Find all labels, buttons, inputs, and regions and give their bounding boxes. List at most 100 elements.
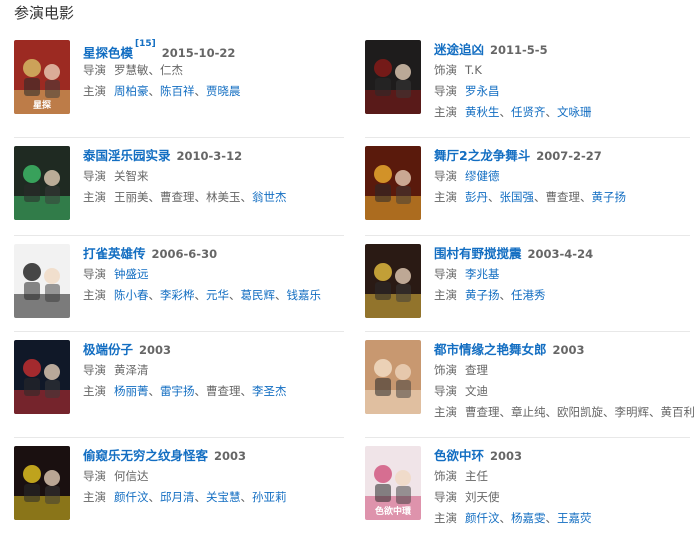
credit-label: 导演 xyxy=(83,363,106,377)
person-link[interactable]: 颜仟汶 xyxy=(465,511,500,525)
person-link[interactable]: 缪健德 xyxy=(465,169,500,183)
movie-poster[interactable] xyxy=(365,146,421,220)
person-link[interactable]: 杨丽菁 xyxy=(114,384,149,398)
person-link[interactable]: 张国强 xyxy=(500,190,535,204)
person-link[interactable]: 钟盛远 xyxy=(114,267,149,281)
name-separator: 、 xyxy=(488,190,500,204)
movie-title-link[interactable]: 星探色模 xyxy=(83,45,133,60)
person-link[interactable]: 钱嘉乐 xyxy=(287,288,322,302)
release-date: 2007-2-27 xyxy=(536,149,602,163)
credit-label: 主演 xyxy=(83,384,106,398)
person-link[interactable]: 雷宇扬 xyxy=(160,384,195,398)
credit-label: 主演 xyxy=(434,288,457,302)
poster-image[interactable] xyxy=(365,244,421,318)
name-separator: 、 xyxy=(603,405,615,419)
movie-card: 都市情缘之艳舞女郎 2003 饰演 查理 导演 文迪 主演 曹查理、章止纯、欧阳凯旋、李明辉、… xyxy=(365,340,695,438)
credit-label: 主演 xyxy=(434,105,457,119)
poster-image[interactable] xyxy=(365,146,421,220)
poster-image[interactable]: 色欲中環 xyxy=(365,446,421,520)
credit-label: 饰演 xyxy=(434,63,457,77)
person-link[interactable]: 元华 xyxy=(206,288,229,302)
person-link[interactable]: 翁世杰 xyxy=(252,190,287,204)
person-link[interactable]: 李彩桦 xyxy=(160,288,195,302)
credit-label: 饰演 xyxy=(434,469,457,483)
person-link[interactable]: 杨嘉雯 xyxy=(511,511,546,525)
person-link[interactable]: 王嘉荧 xyxy=(557,511,592,525)
person-name: 罗慧敏 xyxy=(114,63,149,77)
name-separator: 、 xyxy=(240,190,253,204)
credit-row: 主演 曹查理、章止纯、欧阳凯旋、李明辉、黄百利 xyxy=(434,403,695,421)
movie-poster[interactable] xyxy=(14,244,70,318)
movie-poster[interactable] xyxy=(365,340,421,414)
person-link[interactable]: 贾晓晨 xyxy=(206,84,241,98)
person-link[interactable]: 周柏豪 xyxy=(114,84,149,98)
credit-label: 导演 xyxy=(434,169,457,183)
movie-title-link[interactable]: 打雀英雄传 xyxy=(83,246,146,261)
person-link[interactable]: 颜仟汶 xyxy=(114,490,149,504)
movie-title-link[interactable]: 迷途追凶 xyxy=(434,42,484,57)
poster-image[interactable] xyxy=(14,146,70,220)
movie-card: 泰国淫乐园实录 2010-3-12 导演 关智来 主演 王丽美、曹查理、林美玉、翁世杰 xyxy=(14,146,344,244)
title-row: 都市情缘之艳舞女郎 2003 xyxy=(434,340,695,358)
credit-label: 主演 xyxy=(434,405,457,419)
person-link[interactable]: 李兆基 xyxy=(465,267,500,281)
person-link[interactable]: 黄子扬 xyxy=(465,288,500,302)
poster-image[interactable] xyxy=(14,340,70,414)
person-link[interactable]: 关宝慧 xyxy=(206,490,241,504)
movie-info: 极端份子 2003 导演 黄泽清 主演 杨丽菁、雷宇扬、曹查理、李圣杰 xyxy=(83,340,344,400)
movie-poster[interactable] xyxy=(365,244,421,318)
person-name: 章止纯 xyxy=(511,405,546,419)
movie-title-link[interactable]: 泰国淫乐园实录 xyxy=(83,148,171,163)
person-link[interactable]: 孙亚莉 xyxy=(252,490,287,504)
movie-poster[interactable]: 星探 xyxy=(14,40,70,114)
person-link[interactable]: 任贤齐 xyxy=(511,105,546,119)
person-link[interactable]: 邱月清 xyxy=(160,490,195,504)
credit-row: 导演 钟盛远 xyxy=(83,265,344,283)
person-link[interactable]: 陈百祥 xyxy=(160,84,195,98)
credit-row: 导演 关智来 xyxy=(83,167,344,185)
movie-poster[interactable]: 色欲中環 xyxy=(365,446,421,520)
person-name: 林美玉 xyxy=(206,190,241,204)
poster-image[interactable] xyxy=(14,244,70,318)
movie-title-link[interactable]: 偷窥乐无穷之纹身怪客 xyxy=(83,448,208,463)
name-separator: 、 xyxy=(275,288,287,302)
person-link[interactable]: 文咏珊 xyxy=(557,105,592,119)
movie-poster[interactable] xyxy=(14,146,70,220)
credit-row: 导演 黄泽清 xyxy=(83,361,344,379)
poster-image[interactable]: 星探 xyxy=(14,40,70,114)
release-date: 2003 xyxy=(552,343,585,357)
movie-poster[interactable] xyxy=(14,446,70,520)
name-separator: 、 xyxy=(534,190,546,204)
person-link[interactable]: 任港秀 xyxy=(511,288,546,302)
person-link[interactable]: 彭丹 xyxy=(465,190,488,204)
movie-poster[interactable] xyxy=(14,340,70,414)
name-separator: 、 xyxy=(194,190,207,204)
person-link[interactable]: 罗永昌 xyxy=(465,84,500,98)
movie-title-link[interactable]: 色欲中环 xyxy=(434,448,484,463)
poster-image[interactable] xyxy=(14,446,70,520)
person-link[interactable]: 李圣杰 xyxy=(252,384,287,398)
person-link[interactable]: 陈小春 xyxy=(114,288,149,302)
movie-title-link[interactable]: 围村有野搅搅震 xyxy=(434,246,522,261)
person-link[interactable]: 葛民辉 xyxy=(241,288,276,302)
movie-title-link[interactable]: 极端份子 xyxy=(83,342,133,357)
name-separator: 、 xyxy=(649,405,661,419)
movie-card: 舞厅2之龙争舞斗 2007-2-27 导演 缪健德 主演 彭丹、张国强、曹查理、黄子扬 xyxy=(365,146,695,244)
movie-title-link[interactable]: 都市情缘之艳舞女郎 xyxy=(434,342,547,357)
poster-image[interactable] xyxy=(365,340,421,414)
movie-card: 极端份子 2003 导演 黄泽清 主演 杨丽菁、雷宇扬、曹查理、李圣杰 xyxy=(14,340,344,438)
person-link[interactable]: 黄子扬 xyxy=(592,190,627,204)
person-link[interactable]: 黄秋生 xyxy=(465,105,500,119)
name-separator: 、 xyxy=(545,405,558,419)
movie-poster[interactable] xyxy=(365,40,421,114)
credit-row: 主演 彭丹、张国强、曹查理、黄子扬 xyxy=(434,188,695,206)
person-name: 李明辉 xyxy=(614,405,650,419)
movie-info: 都市情缘之艳舞女郎 2003 饰演 查理 导演 文迪 主演 曹查理、章止纯、欧阳凯旋、李明辉、… xyxy=(434,340,695,421)
citation-link[interactable]: [15] xyxy=(135,39,156,49)
title-row: 星探色模[15] 2015-10-22 xyxy=(83,39,344,60)
person-name: 主任 xyxy=(465,469,488,483)
poster-image[interactable] xyxy=(365,40,421,114)
person-name: 曹查理 xyxy=(206,384,241,398)
credit-label: 主演 xyxy=(434,190,457,204)
movie-title-link[interactable]: 舞厅2之龙争舞斗 xyxy=(434,148,530,163)
